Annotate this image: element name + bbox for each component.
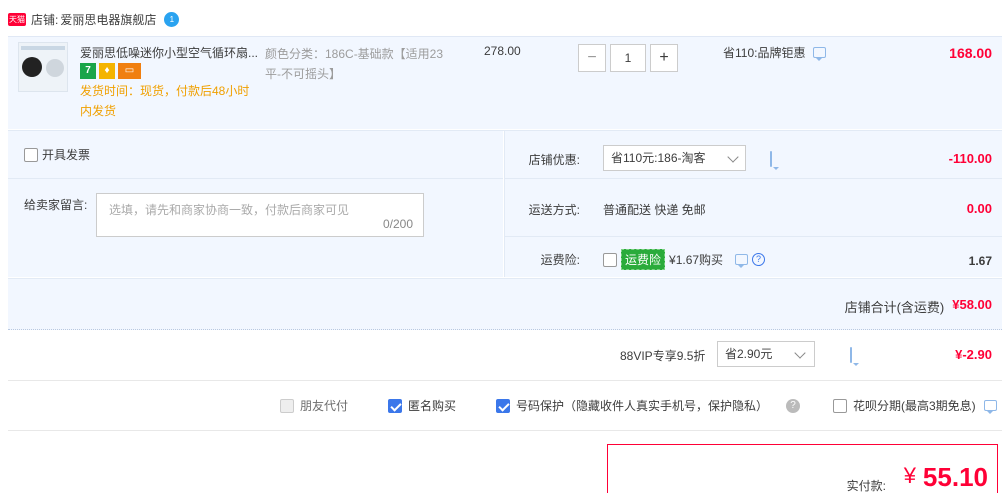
shop-name-link[interactable]: 爱丽思电器旗舰店 xyxy=(60,11,156,28)
insurance-option[interactable]: 运费险 ¥1.67购买 ? xyxy=(603,249,766,270)
chevron-down-icon xyxy=(727,151,739,163)
shipping-label: 运送方式: xyxy=(528,203,580,217)
shop-discount-selected: 省110元:186-淘客 xyxy=(611,151,706,165)
divider xyxy=(504,236,1002,237)
seven-day-return-icon: 7 xyxy=(80,63,96,79)
divider xyxy=(8,178,503,179)
help-icon[interactable]: ? xyxy=(786,398,801,413)
friend-pay-label: 朋友代付 xyxy=(300,399,349,413)
shipping-value: 0.00 xyxy=(966,201,992,216)
vip-discount-selected: 省2.90元 xyxy=(725,347,773,361)
store-total: 店铺合计(含运费) ¥58.00 xyxy=(845,297,992,316)
message-icon[interactable] xyxy=(983,400,997,414)
ship-time: 发货时间：现货，付款后48小时内发货 xyxy=(80,84,250,118)
seller-message-input[interactable]: 选填，请先和商家协商一致，付款后商家可见 0/200 xyxy=(96,193,424,237)
help-icon[interactable]: ? xyxy=(752,253,766,266)
shipping-method: 普通配送 快递 免邮 xyxy=(603,203,706,217)
message-label: 给卖家留言: xyxy=(24,198,88,212)
huabei-checkbox[interactable] xyxy=(833,398,847,413)
message-icon[interactable] xyxy=(850,347,852,363)
friend-pay-option[interactable]: 朋友代付 xyxy=(280,397,348,414)
number-protect-label: 号码保护（隐藏收件人真实手机号，保护隐私） xyxy=(516,399,769,413)
invoice-checkbox[interactable] xyxy=(24,147,38,162)
card-payment-icon: ▭ xyxy=(118,63,141,79)
insurance-text: ¥1.67购买 xyxy=(669,253,724,267)
qty-input[interactable]: 1 xyxy=(610,44,646,72)
thumbnail-strip xyxy=(21,46,65,50)
insurance-tag: 运费险 xyxy=(621,249,666,270)
anonymous-checkbox[interactable] xyxy=(388,398,402,413)
item-promo: 省110:品牌钜惠 xyxy=(723,44,827,61)
item-total: 168.00 xyxy=(949,45,992,61)
divider xyxy=(8,130,1002,131)
fan-image-light xyxy=(46,59,64,77)
unit-price: 278.00 xyxy=(484,44,521,58)
payment-currency: ¥ xyxy=(903,463,916,488)
payment-label: 实付款: xyxy=(846,479,886,493)
item-title-link[interactable]: 爱丽思低噪迷你小型空气循环扇... xyxy=(80,44,265,61)
vip-discount-label: 88VIP专享9.5折 xyxy=(620,349,706,363)
anonymous-label: 匿名购买 xyxy=(408,399,457,413)
shop-discount-value: -110.00 xyxy=(948,151,992,166)
insurance-value: 1.67 xyxy=(968,254,992,268)
divider xyxy=(8,380,1002,381)
guarantee-icon: ♦ xyxy=(99,63,115,79)
insurance-label: 运费险: xyxy=(540,253,580,267)
friend-pay-checkbox[interactable] xyxy=(280,398,294,413)
huabei-option[interactable]: 花呗分期(最高3期免息) xyxy=(833,397,997,414)
message-placeholder: 选填，请先和商家协商一致，付款后商家可见 xyxy=(109,203,350,217)
message-icon[interactable] xyxy=(735,254,749,268)
shop-discount-select[interactable]: 省110元:186-淘客 xyxy=(603,145,746,171)
shop-header: 天猫 店铺: 爱丽思电器旗舰店 1 xyxy=(8,9,180,29)
number-protect-option[interactable]: 号码保护（隐藏收件人真实手机号，保护隐私） ? xyxy=(496,397,801,414)
store-total-label: 店铺合计(含运费) xyxy=(844,300,945,315)
insurance-checkbox[interactable] xyxy=(603,252,617,267)
shop-label: 店铺: xyxy=(31,12,59,27)
promo-text: 省110:品牌钜惠 xyxy=(723,46,806,60)
message-char-count: 0/200 xyxy=(382,217,413,231)
store-total-value: ¥58.00 xyxy=(952,297,992,312)
quantity-stepper: − 1 + xyxy=(578,44,678,72)
qty-minus-button[interactable]: − xyxy=(578,44,606,72)
divider xyxy=(504,178,1002,179)
chat-icon[interactable]: 1 xyxy=(164,11,180,27)
tmall-icon: 天猫 xyxy=(8,12,26,26)
qty-plus-button[interactable]: + xyxy=(650,44,678,72)
message-icon[interactable] xyxy=(813,47,827,61)
vip-discount-value: ¥-2.90 xyxy=(955,347,992,362)
invoice-option[interactable]: 开具发票 xyxy=(24,146,90,163)
sku-info: 颜色分类：186C-基础款【适用23平-不可摇头】 xyxy=(265,47,444,81)
invoice-label: 开具发票 xyxy=(42,148,91,162)
vip-discount-select[interactable]: 省2.90元 xyxy=(717,341,815,367)
huabei-label: 花呗分期(最高3期免息) xyxy=(853,399,976,413)
anonymous-option[interactable]: 匿名购买 xyxy=(388,397,456,414)
shop-discount-label: 店铺优惠: xyxy=(528,153,580,167)
payment-value: 55.10 xyxy=(922,462,988,492)
chevron-down-icon xyxy=(794,347,806,359)
fan-image-dark xyxy=(22,57,42,77)
divider xyxy=(8,430,1002,431)
service-badges: 7 ♦ ▭ xyxy=(80,63,141,79)
message-icon[interactable] xyxy=(770,151,772,167)
number-protect-checkbox[interactable] xyxy=(496,398,510,413)
product-thumbnail[interactable] xyxy=(18,42,68,92)
